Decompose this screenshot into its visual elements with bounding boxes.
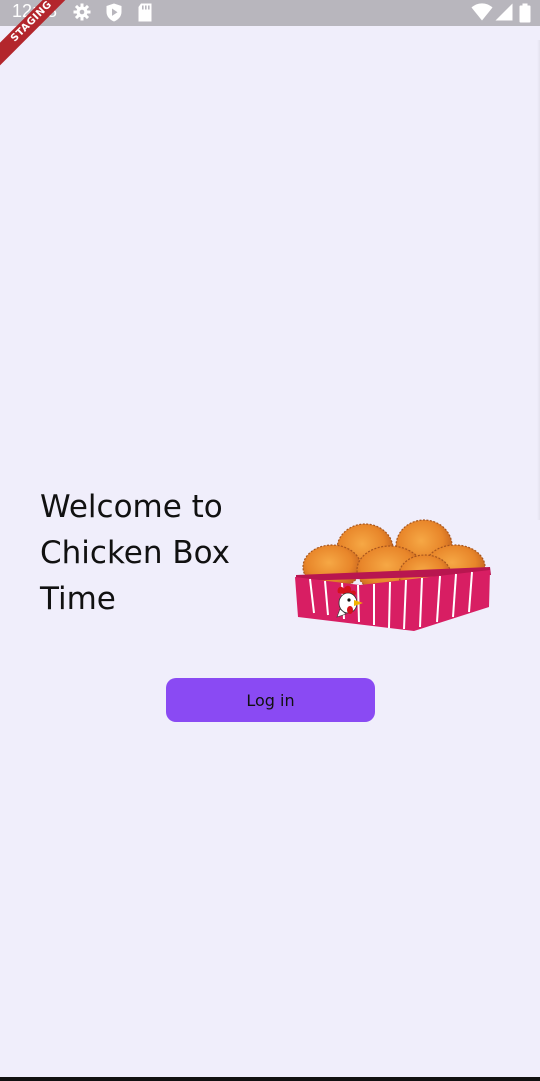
status-bar: 12:38 [0, 0, 540, 26]
wifi-icon [471, 3, 493, 21]
sd-card-icon [138, 3, 152, 22]
chicken-box-illustration [295, 519, 491, 631]
gear-icon [73, 3, 91, 21]
shield-play-icon [106, 3, 122, 22]
battery-icon [519, 3, 531, 23]
navigation-bar [0, 1077, 540, 1081]
welcome-title: Welcome to Chicken Box Time [40, 489, 230, 617]
signal-icon [495, 3, 513, 21]
login-button[interactable]: Log in [166, 678, 375, 722]
